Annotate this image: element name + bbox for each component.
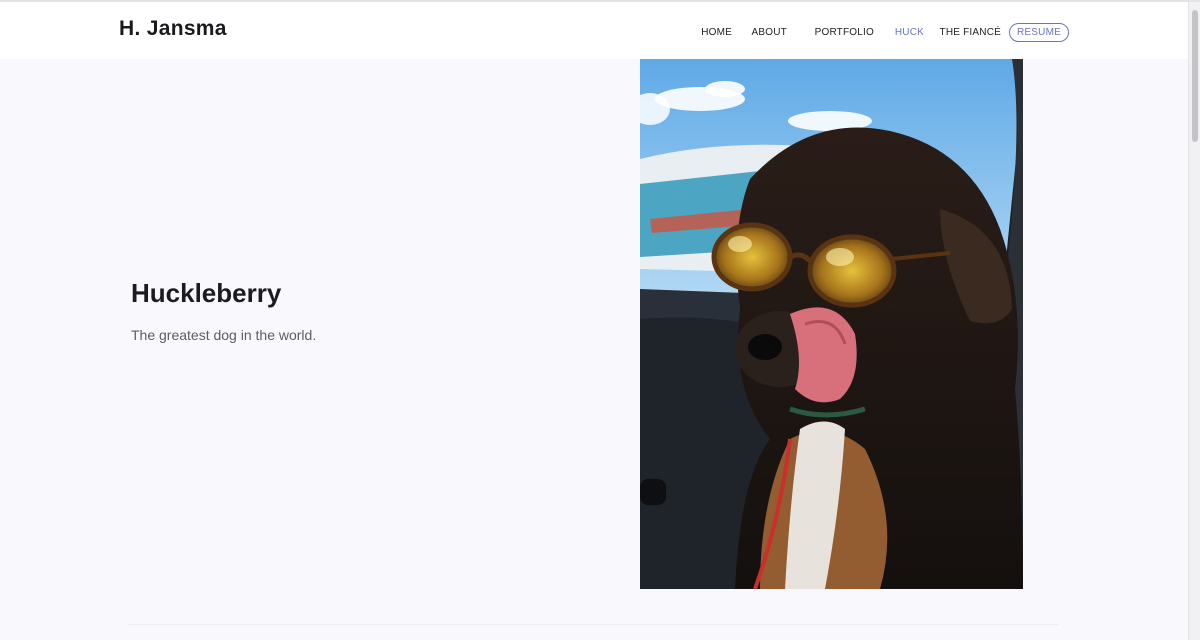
site-header: H. Jansma HOME ABOUT PORTFOLIO HUCK THE … (0, 2, 1188, 59)
section-divider (128, 624, 1058, 625)
nav-home[interactable]: HOME (701, 24, 732, 41)
page-title: Huckleberry (131, 278, 282, 308)
nav-huck[interactable]: HUCK (895, 24, 924, 41)
page-subtitle: The greatest dog in the world. (131, 327, 317, 343)
nav-the-fiance[interactable]: THE FIANCÉ (940, 24, 1001, 41)
scrollbar-thumb[interactable] (1192, 10, 1198, 142)
dog-photo-illustration (640, 59, 1023, 589)
resume-button[interactable]: RESUME (1009, 23, 1069, 42)
dog-photo (640, 59, 1023, 589)
site-logo[interactable]: H. Jansma (119, 17, 227, 41)
nav-portfolio[interactable]: PORTFOLIO (815, 24, 874, 41)
page-scrollbar[interactable] (1188, 2, 1200, 640)
nav-about[interactable]: ABOUT (752, 24, 787, 41)
